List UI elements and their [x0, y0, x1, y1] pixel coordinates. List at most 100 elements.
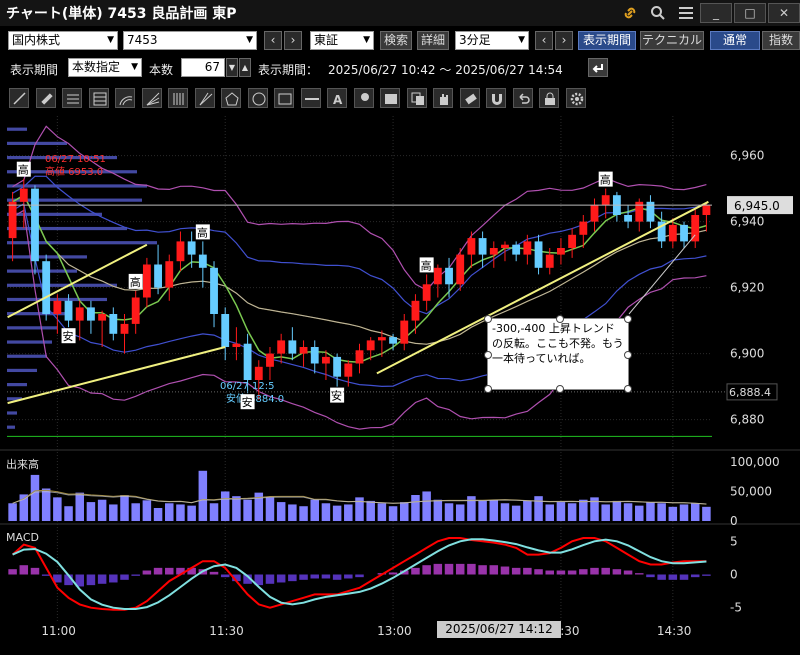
macd-histogram-bar[interactable] — [612, 569, 622, 575]
volume-bar[interactable] — [198, 470, 208, 521]
macd-histogram-bar[interactable] — [579, 569, 588, 575]
line-tool[interactable] — [9, 88, 29, 108]
search-button[interactable]: 検索 — [380, 31, 412, 50]
volume-bar[interactable] — [366, 500, 375, 521]
candle-body[interactable] — [601, 195, 610, 206]
candle-body[interactable] — [501, 244, 509, 248]
count-input[interactable]: 67 — [181, 58, 225, 77]
magnet-tool[interactable] — [486, 88, 506, 108]
volume-bar[interactable] — [489, 499, 499, 521]
normal-mode-button[interactable]: 通常 — [710, 31, 760, 50]
macd-histogram-bar[interactable] — [299, 574, 308, 580]
macd-histogram-bar[interactable] — [209, 571, 219, 575]
hand-tool[interactable] — [433, 88, 453, 108]
eraser-tool[interactable] — [459, 88, 480, 108]
settings-tool[interactable] — [565, 88, 586, 108]
memo-handle[interactable] — [556, 315, 564, 323]
candle-body[interactable] — [400, 320, 409, 344]
volume-bar[interactable] — [388, 506, 398, 521]
candle-body[interactable] — [512, 244, 521, 255]
macd-histogram-bar[interactable] — [310, 574, 319, 579]
volume-bar[interactable] — [288, 504, 297, 521]
candle-body[interactable] — [523, 241, 532, 255]
volume-bar[interactable] — [601, 504, 610, 521]
candle-body[interactable] — [19, 188, 28, 202]
count-up-button[interactable]: ▲ — [239, 58, 251, 77]
volume-bar[interactable] — [668, 506, 678, 521]
macd-histogram-bar[interactable] — [165, 567, 174, 575]
volume-bar[interactable] — [377, 503, 387, 521]
volume-bar[interactable] — [232, 496, 241, 521]
volume-bar[interactable] — [612, 500, 622, 521]
candle-body[interactable] — [87, 307, 95, 321]
volume-bar[interactable] — [8, 503, 17, 521]
macd-histogram-bar[interactable] — [702, 574, 711, 576]
volume-bar[interactable] — [153, 508, 163, 521]
memo-handle[interactable] — [624, 315, 632, 323]
volume-bar[interactable] — [220, 491, 230, 521]
circle-tool[interactable] — [247, 88, 268, 108]
candle-body[interactable] — [624, 215, 632, 222]
candle-body[interactable] — [232, 343, 241, 347]
volume-bar[interactable] — [567, 503, 577, 521]
interval-select[interactable]: 3分足 ▼ — [455, 31, 529, 50]
hline-tool[interactable] — [300, 88, 321, 108]
macd-histogram-bar[interactable] — [411, 567, 420, 575]
macd-histogram-bar[interactable] — [500, 566, 510, 575]
candle-body[interactable] — [243, 343, 252, 380]
fan-tool[interactable] — [141, 88, 162, 108]
candle-body[interactable] — [64, 300, 73, 321]
macd-histogram-bar[interactable] — [388, 572, 398, 575]
candle-body[interactable] — [277, 340, 286, 354]
chart-area[interactable]: 06/27 10:51高値 6953.0 06/27 12:5安値 6884.0 高… — [0, 116, 800, 655]
hlines-tool[interactable] — [62, 88, 82, 108]
candle-body[interactable] — [131, 297, 140, 324]
macd-histogram-bar[interactable] — [321, 574, 331, 579]
volume-bar[interactable] — [635, 505, 644, 521]
volume-bar[interactable] — [534, 496, 543, 521]
speedline-tool[interactable] — [194, 88, 215, 108]
memo-handle[interactable] — [624, 351, 632, 359]
symbol-prev-button[interactable]: ‹ — [264, 31, 282, 50]
volume-bar[interactable] — [332, 505, 342, 521]
volume-bar[interactable] — [478, 500, 487, 521]
macd-histogram-bar[interactable] — [679, 574, 689, 580]
candle-body[interactable] — [98, 314, 107, 321]
candle-body[interactable] — [176, 241, 185, 262]
volume-bar[interactable] — [75, 492, 84, 521]
macd-histogram-bar[interactable] — [444, 563, 454, 575]
macd-histogram-bar[interactable] — [153, 567, 163, 575]
volume-bar[interactable] — [64, 506, 73, 521]
macd-histogram-bar[interactable] — [433, 563, 443, 575]
candle-body[interactable] — [478, 238, 487, 255]
detail-button[interactable]: 詳細 — [417, 31, 449, 50]
minimize-button[interactable]: _ — [700, 3, 732, 23]
candle-body[interactable] — [668, 224, 677, 242]
macd-histogram-bar[interactable] — [265, 574, 275, 584]
macd-histogram-bar[interactable] — [344, 574, 353, 579]
volume-bar[interactable] — [702, 506, 711, 521]
volume-bar[interactable] — [511, 505, 521, 521]
volume-bar[interactable] — [310, 499, 319, 521]
macd-histogram-bar[interactable] — [690, 574, 700, 578]
macd-histogram-bar[interactable] — [567, 570, 577, 575]
candle-body[interactable] — [590, 205, 599, 222]
volume-bar[interactable] — [299, 506, 308, 521]
candle-body[interactable] — [545, 254, 554, 268]
volume-bar[interactable] — [455, 504, 465, 521]
macd-histogram-bar[interactable] — [545, 570, 554, 575]
volume-bar[interactable] — [41, 488, 51, 522]
macd-histogram-bar[interactable] — [601, 567, 610, 575]
volume-bar[interactable] — [120, 495, 129, 521]
macd-histogram-bar[interactable] — [623, 570, 633, 575]
maximize-button[interactable]: □ — [734, 3, 766, 23]
memo-handle[interactable] — [556, 385, 564, 393]
display-period-button[interactable]: 表示期間 — [578, 31, 636, 50]
volume-bar[interactable] — [97, 499, 107, 521]
memo-handle[interactable] — [484, 315, 492, 323]
candle-body[interactable] — [221, 314, 230, 347]
macd-histogram-bar[interactable] — [668, 574, 678, 580]
candle-body[interactable] — [299, 347, 308, 354]
search-icon[interactable] — [646, 3, 670, 23]
interval-prev-button[interactable]: ‹ — [535, 31, 553, 50]
